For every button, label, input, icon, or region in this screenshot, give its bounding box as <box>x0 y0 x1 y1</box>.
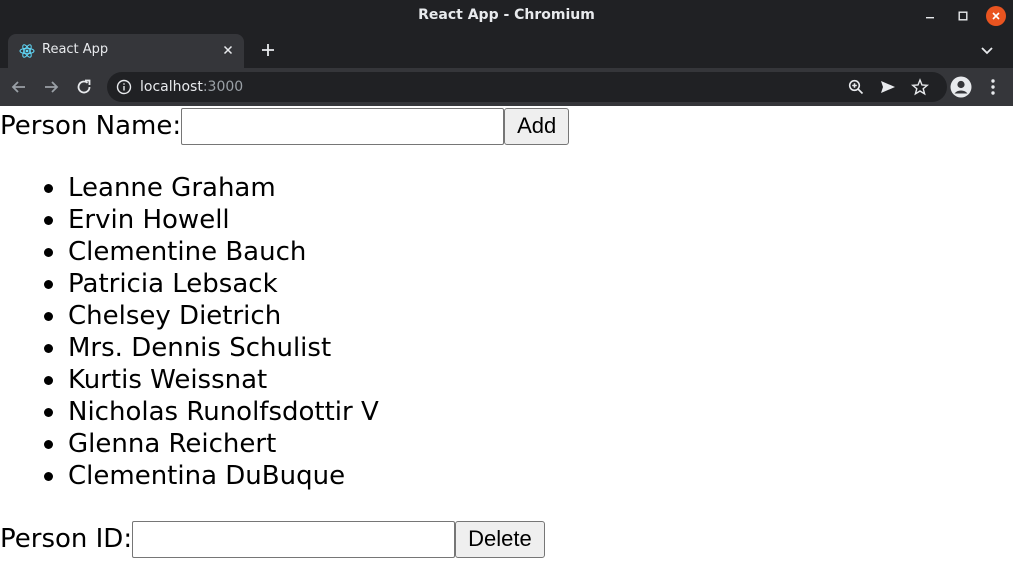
list-item: Patricia Lebsack <box>0 268 379 300</box>
forward-button[interactable] <box>40 76 62 98</box>
info-icon[interactable] <box>116 79 132 95</box>
bullet-icon <box>44 408 53 417</box>
list-item: Leanne Graham <box>0 172 379 204</box>
person-name: Kurtis Weissnat <box>68 365 268 395</box>
bullet-icon <box>44 216 53 225</box>
chevron-down-icon <box>981 47 993 55</box>
bullet-icon <box>44 440 53 449</box>
person-name: Clementine Bauch <box>68 237 307 267</box>
list-item: Kurtis Weissnat <box>0 364 379 396</box>
list-item: Ervin Howell <box>0 204 379 236</box>
close-icon <box>992 12 1000 20</box>
bullet-icon <box>44 376 53 385</box>
close-window-button[interactable] <box>986 6 1006 26</box>
list-item: Clementina DuBuque <box>0 460 379 492</box>
person-name: Ervin Howell <box>68 205 230 235</box>
person-id-input[interactable] <box>132 520 456 558</box>
star-icon[interactable] <box>911 78 929 96</box>
delete-person-form: Person ID: Delete <box>0 520 545 558</box>
list-item: Clementine Bauch <box>0 236 379 268</box>
url-text: localhost:3000 <box>140 72 243 102</box>
person-name: Patricia Lebsack <box>68 269 278 299</box>
minimize-button[interactable] <box>920 6 940 26</box>
add-person-form: Person Name: Add <box>0 107 570 145</box>
menu-icon <box>991 79 995 95</box>
tab-react-app[interactable]: React App <box>8 34 244 68</box>
bullet-icon <box>44 312 53 321</box>
react-icon <box>19 44 35 58</box>
delete-button[interactable]: Delete <box>455 520 545 558</box>
back-arrow-icon <box>11 81 25 93</box>
page-content: Person Name: Add Leanne Graham Ervin Howe… <box>0 106 1013 567</box>
profile-icon <box>950 76 972 98</box>
add-button[interactable]: Add <box>504 107 570 145</box>
window-title: React App - Chromium <box>418 7 595 23</box>
profile-button[interactable] <box>949 75 973 99</box>
people-list: Leanne Graham Ervin Howell Clementine Bauc… <box>0 172 379 492</box>
plus-icon <box>262 44 274 56</box>
person-name: Glenna Reichert <box>68 429 277 459</box>
new-tab-button[interactable] <box>258 40 278 60</box>
person-name-input[interactable] <box>181 107 505 145</box>
tab-strip: React App <box>0 32 1013 68</box>
tab-close-button[interactable] <box>220 42 236 58</box>
send-icon[interactable] <box>879 78 897 96</box>
tab-search-button[interactable] <box>978 41 996 59</box>
bullet-icon <box>44 472 53 481</box>
bullet-icon <box>44 344 53 353</box>
browser-toolbar: localhost:3000 <box>0 68 1013 106</box>
person-name: Nicholas Runolfsdottir V <box>68 397 379 427</box>
list-item: Chelsey Dietrich <box>0 300 379 332</box>
url-host: localhost <box>140 79 203 95</box>
person-name: Clementina DuBuque <box>68 461 346 491</box>
person-name: Leanne Graham <box>68 173 276 203</box>
list-item: Nicholas Runolfsdottir V <box>0 396 379 428</box>
back-button[interactable] <box>8 76 30 98</box>
bullet-icon <box>44 248 53 257</box>
window-titlebar: React App - Chromium <box>0 0 1013 32</box>
tab-title: React App <box>42 42 109 57</box>
minimize-icon <box>926 17 934 19</box>
person-id-label: Person ID: <box>0 524 133 554</box>
person-name: Mrs. Dennis Schulist <box>68 333 332 363</box>
zoom-icon[interactable] <box>847 78 865 96</box>
bullet-icon <box>44 184 53 193</box>
menu-button[interactable] <box>982 76 1004 98</box>
address-bar[interactable]: localhost:3000 <box>107 72 947 102</box>
bullet-icon <box>44 280 53 289</box>
close-icon <box>223 45 233 55</box>
reload-icon <box>77 79 91 94</box>
url-port: :3000 <box>202 79 244 95</box>
list-item: Glenna Reichert <box>0 428 379 460</box>
list-item: Mrs. Dennis Schulist <box>0 332 379 364</box>
reload-button[interactable] <box>73 76 95 98</box>
maximize-icon <box>958 11 968 21</box>
person-name-label: Person Name: <box>0 111 182 141</box>
maximize-button[interactable] <box>953 6 973 26</box>
forward-arrow-icon <box>45 81 59 93</box>
person-name: Chelsey Dietrich <box>68 301 282 331</box>
